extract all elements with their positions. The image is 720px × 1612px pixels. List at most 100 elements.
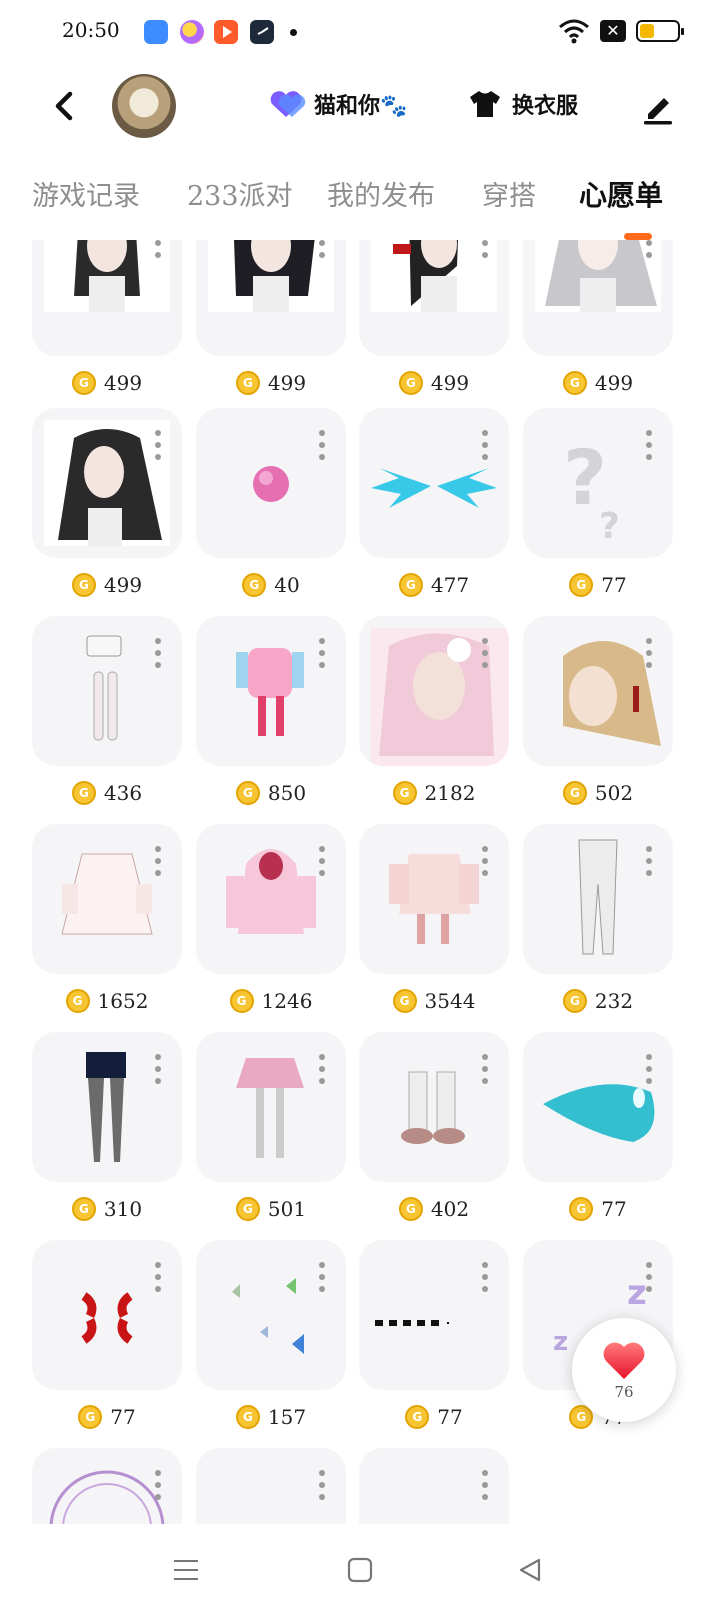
more-options-icon[interactable] <box>318 1054 326 1084</box>
wishlist-item[interactable]: 477 <box>359 408 509 598</box>
item-thumbnail[interactable] <box>359 408 509 558</box>
edit-button[interactable] <box>640 90 676 126</box>
nickname-group[interactable]: 猫和你🐾 <box>266 88 407 120</box>
wishlist-item[interactable]: 1652 <box>32 824 182 1014</box>
back-button[interactable] <box>44 84 84 128</box>
wishlist-item[interactable]: 501 <box>196 1032 346 1222</box>
item-price: 477 <box>359 572 509 598</box>
wishlist-item[interactable]: 157 <box>196 1240 346 1430</box>
wishlist-item[interactable]: 1246 <box>196 824 346 1014</box>
item-thumbnail[interactable] <box>32 1448 182 1524</box>
wishlist-item[interactable]: 499 <box>196 240 346 396</box>
item-thumbnail[interactable] <box>32 240 182 356</box>
more-options-icon[interactable] <box>645 638 653 668</box>
more-options-icon[interactable] <box>481 1054 489 1084</box>
price-value: 77 <box>601 573 627 597</box>
item-thumbnail[interactable] <box>359 824 509 974</box>
wishlist-item[interactable]: 232 <box>523 824 673 1014</box>
item-thumbnail[interactable] <box>196 616 346 766</box>
more-options-icon[interactable] <box>645 430 653 460</box>
wishlist-item[interactable]: 310 <box>32 1032 182 1222</box>
more-options-icon[interactable] <box>318 240 326 258</box>
heart-icon <box>270 91 306 117</box>
wishlist-item[interactable]: 2182 <box>359 616 509 806</box>
item-thumbnail[interactable] <box>32 1032 182 1182</box>
item-thumbnail[interactable] <box>359 1240 509 1390</box>
item-thumbnail[interactable] <box>196 1240 346 1390</box>
item-price: 77 <box>32 1404 182 1430</box>
more-options-icon[interactable] <box>318 638 326 668</box>
wishlist-item[interactable] <box>32 1448 182 1524</box>
more-options-icon[interactable] <box>318 430 326 460</box>
more-options-icon[interactable] <box>318 846 326 876</box>
more-options-icon[interactable] <box>645 1054 653 1084</box>
wishlist-item[interactable]: 499 <box>32 240 182 396</box>
more-options-icon[interactable] <box>481 846 489 876</box>
wishlist-item[interactable]: 77 <box>359 1240 509 1430</box>
wishlist-item[interactable]: 499 <box>32 408 182 598</box>
more-options-icon[interactable] <box>645 846 653 876</box>
more-options-icon[interactable] <box>154 638 162 668</box>
wishlist-item[interactable] <box>196 1448 346 1524</box>
item-thumbnail[interactable] <box>32 408 182 558</box>
wishlist-item[interactable] <box>359 1448 509 1524</box>
item-thumbnail[interactable] <box>523 824 673 974</box>
item-thumbnail[interactable] <box>32 1240 182 1390</box>
more-options-icon[interactable] <box>481 240 489 258</box>
more-options-icon[interactable] <box>481 638 489 668</box>
wishlist-item[interactable]: 402 <box>359 1032 509 1222</box>
tab-my-posts[interactable]: 我的发布 <box>327 174 435 213</box>
item-thumbnail[interactable] <box>196 824 346 974</box>
item-thumbnail[interactable] <box>32 824 182 974</box>
more-options-icon[interactable] <box>154 430 162 460</box>
coin-icon <box>71 1197 96 1221</box>
price-value: 477 <box>430 573 470 597</box>
more-options-icon[interactable] <box>154 846 162 876</box>
item-thumbnail[interactable] <box>359 1448 509 1524</box>
wishlist-item[interactable]: 77 <box>32 1240 182 1430</box>
item-thumbnail[interactable] <box>359 1032 509 1182</box>
menu-button[interactable] <box>168 1552 204 1588</box>
like-button[interactable]: 76 <box>572 1318 676 1422</box>
notification-dot <box>290 29 297 36</box>
more-options-icon[interactable] <box>645 240 653 258</box>
tab-game-records[interactable]: 游戏记录 <box>32 174 140 213</box>
avatar[interactable] <box>112 74 176 138</box>
item-thumbnail[interactable]: ?? <box>523 408 673 558</box>
item-thumbnail[interactable] <box>523 240 673 356</box>
wishlist-item[interactable]: 499 <box>359 240 509 396</box>
item-thumbnail[interactable] <box>523 1032 673 1182</box>
more-options-icon[interactable] <box>154 1470 162 1500</box>
item-thumbnail[interactable] <box>196 1032 346 1182</box>
more-options-icon[interactable] <box>481 1470 489 1500</box>
more-options-icon[interactable] <box>154 1262 162 1292</box>
item-thumbnail[interactable] <box>196 240 346 356</box>
wishlist-item[interactable]: 436 <box>32 616 182 806</box>
wishlist-item[interactable]: 77 <box>523 1032 673 1222</box>
item-thumbnail[interactable] <box>359 240 509 356</box>
tab-wishlist[interactable]: 心愿单 <box>579 174 663 214</box>
item-thumbnail[interactable] <box>32 616 182 766</box>
item-thumbnail[interactable] <box>196 408 346 558</box>
wishlist-item[interactable]: 850 <box>196 616 346 806</box>
more-options-icon[interactable] <box>481 1262 489 1292</box>
more-options-icon[interactable] <box>154 1054 162 1084</box>
wishlist-item[interactable]: 502 <box>523 616 673 806</box>
item-thumbnail[interactable] <box>359 616 509 766</box>
change-outfit-button[interactable]: 换衣服 <box>468 88 578 120</box>
wishlist-item[interactable]: 3544 <box>359 824 509 1014</box>
more-options-icon[interactable] <box>154 240 162 258</box>
home-button[interactable] <box>342 1552 378 1588</box>
more-options-icon[interactable] <box>645 1262 653 1292</box>
wishlist-item[interactable]: 499 <box>523 240 673 396</box>
wishlist-item[interactable]: 40 <box>196 408 346 598</box>
item-thumbnail[interactable] <box>523 616 673 766</box>
back-nav-button[interactable] <box>512 1552 548 1588</box>
item-thumbnail[interactable] <box>196 1448 346 1524</box>
tab-outfits[interactable]: 穿搭 <box>482 174 536 213</box>
more-options-icon[interactable] <box>318 1470 326 1500</box>
more-options-icon[interactable] <box>481 430 489 460</box>
wishlist-item[interactable]: ?? 77 <box>523 408 673 598</box>
more-options-icon[interactable] <box>318 1262 326 1292</box>
tab-233-party[interactable]: 233派对 <box>187 174 293 213</box>
